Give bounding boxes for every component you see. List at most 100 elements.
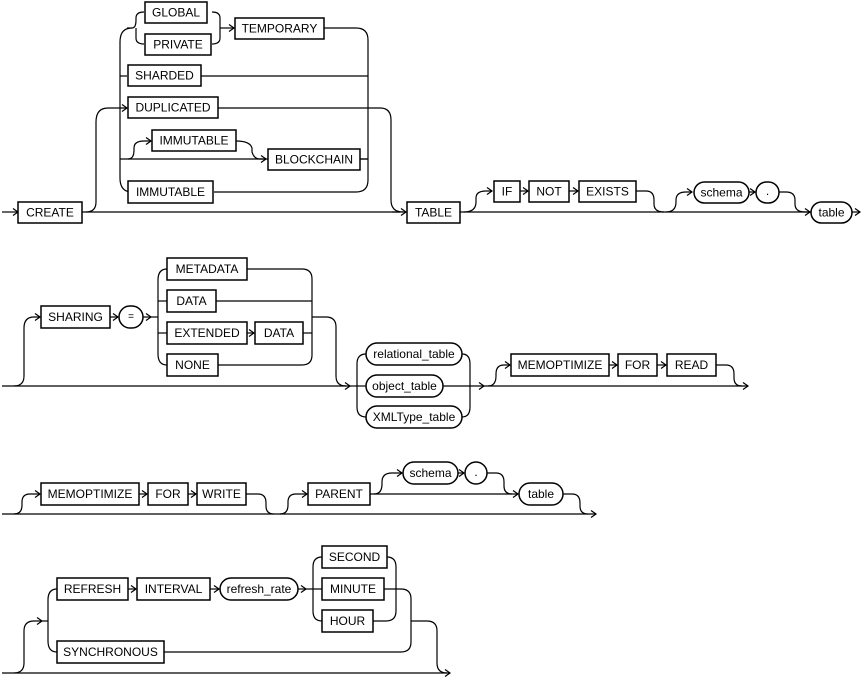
branch-line [356,386,367,418]
row-sharing: SHARING = METADATA DATA EXTENDED DATA NO… [2,257,750,429]
nonterminal-xmltype-table: XMLType_table [365,405,463,429]
keyword-parent: PARENT [307,482,371,506]
nonterminal-label: object_table [372,379,437,393]
keyword-synchronous: SYNCHRONOUS [56,640,165,664]
keyword-label: SHARDED [135,69,194,83]
nonterminal-object-table: object_table [365,374,444,398]
branch-line [356,353,367,386]
keyword-sharded: SHARDED [127,64,202,87]
keyword-label: MINUTE [330,582,376,596]
branch-line [312,316,347,387]
keyword-write: WRITE [196,482,247,506]
keyword-label: EXTENDED [174,326,240,340]
keyword-label: TABLE [415,206,452,220]
keyword-create: CREATE [17,201,83,224]
keyword-minute: MINUTE [321,577,385,601]
keyword-label: BLOCKCHAIN [275,153,353,167]
branch-line [312,589,323,622]
branch-line [279,490,309,515]
branch-line [157,268,168,317]
keyword-extended: EXTENDED [166,321,248,345]
branch-line [157,317,168,366]
row-refresh: REFRESH INTERVAL refresh_rate SECOND MIN… [2,545,452,677]
keyword-label: SECOND [329,550,381,564]
keyword-duplicated: DUPLICATED [127,96,219,119]
keyword-immutable-optional: IMMUTABLE [151,129,237,152]
terminal-label: = [128,312,134,323]
keyword-read: READ [666,353,717,377]
keyword-label: FOR [625,358,651,372]
branch-line [131,11,145,29]
branch-line [119,108,133,193]
branch-line [47,588,58,621]
branch-line [636,190,665,213]
keyword-label: WRITE [202,487,241,501]
branch-line [779,191,812,216]
keyword-label: INTERVAL [145,582,203,596]
keyword-for-write: FOR [147,482,189,506]
nonterminal-label: XMLType_table [373,410,456,424]
keyword-label: MEMOPTIMIZE [518,358,603,372]
keyword-extended-data: DATA [254,321,304,345]
keyword-label: DATA [176,294,206,308]
branch-line [665,188,694,213]
keyword-data: DATA [166,289,217,313]
terminal-parent-dot: . [464,461,488,485]
keyword-not: NOT [528,180,570,203]
keyword-exists: EXISTS [578,180,637,203]
keyword-label: FOR [155,487,181,501]
keyword-label: SYNCHRONOUS [63,645,158,659]
railroad-diagram: CREATE GLOBAL PRIVATE TEMPORARY SHARDED … [2,1,862,677]
branch-line [85,104,129,213]
branch-line [235,140,268,163]
keyword-label: MEMOPTIMIZE [48,487,133,501]
keyword-label: IMMUTABLE [136,185,205,199]
keyword-label: HOUR [330,614,366,628]
nonterminal-parent-schema: schema [402,461,459,485]
branch-line [716,364,743,387]
keyword-for-read: FOR [617,353,658,377]
keyword-memoptimize-read: MEMOPTIMIZE [510,353,610,377]
keyword-label: EXISTS [586,185,629,199]
branch-line [373,469,404,495]
keyword-label: IMMUTABLE [159,134,228,148]
keyword-label: DATA [264,326,294,340]
nonterminal-parent-table: table [518,482,564,506]
nonterminal-label: schema [700,186,742,200]
nonterminal-label: schema [409,466,451,480]
keyword-memoptimize-write: MEMOPTIMIZE [40,482,140,506]
terminal-label: . [766,184,769,198]
nonterminal-label: table [528,487,554,501]
branch-line [211,11,221,45]
branch-line [218,268,313,366]
branch-line [487,361,512,387]
nonterminal-relational-table: relational_table [365,342,463,366]
branch-line [127,137,153,160]
nonterminal-label: refresh_rate [227,582,292,596]
keyword-second: SECOND [321,545,388,569]
keyword-blockchain: BLOCKCHAIN [267,148,361,171]
branch-line [563,493,589,515]
nonterminal-label: relational_table [373,347,455,361]
keyword-if: IF [493,180,521,203]
keyword-label: PRIVATE [153,38,203,52]
keyword-hour: HOUR [321,609,374,633]
nonterminal-schema: schema [693,181,750,204]
keyword-none: NONE [166,353,219,377]
branch-line [13,313,42,387]
keyword-label: NOT [536,185,562,199]
keyword-immutable: IMMUTABLE [127,180,214,204]
keyword-label: IF [502,185,513,199]
nonterminal-table: table [810,201,853,224]
keyword-private: PRIVATE [144,33,212,56]
nonterminal-refresh-rate: refresh_rate [219,577,299,601]
keyword-sharing: SHARING [40,305,111,329]
keyword-label: SHARING [48,310,103,324]
keyword-refresh: REFRESH [56,577,129,601]
keyword-label: TEMPORARY [242,22,318,36]
row-create: CREATE GLOBAL PRIVATE TEMPORARY SHARDED … [2,1,862,224]
keyword-table: TABLE [406,201,461,224]
keyword-temporary: TEMPORARY [234,17,325,40]
keyword-interval: INTERVAL [136,577,211,601]
terminal-label: . [474,465,477,479]
